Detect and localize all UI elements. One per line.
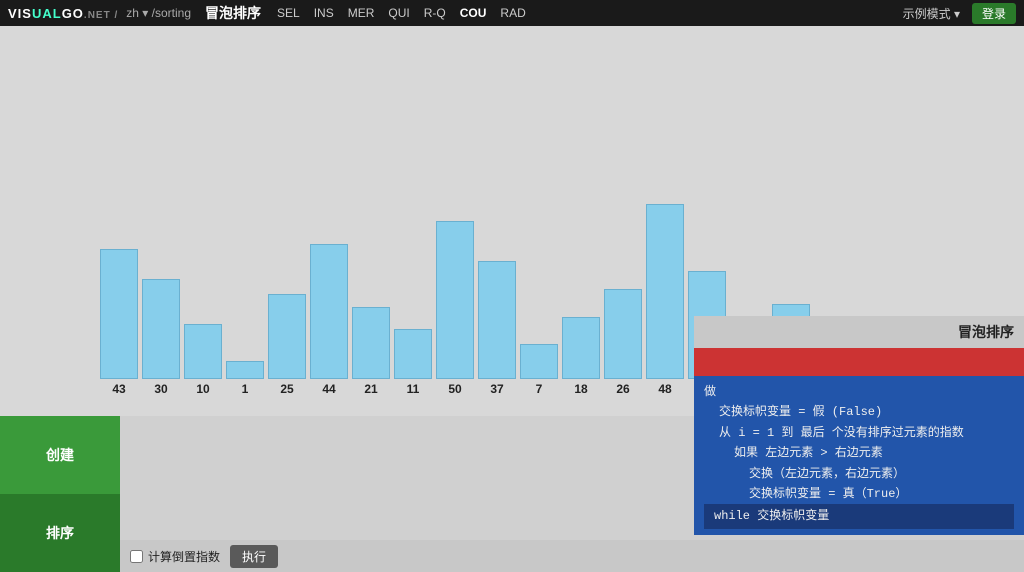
code-line-5: 交换标帜变量 = 真（True） <box>704 484 1014 504</box>
code-line-3: 如果 左边元素 > 右边元素 <box>704 443 1014 463</box>
bar-item: 48 <box>646 204 684 396</box>
bar <box>100 249 138 379</box>
bar-item: 11 <box>394 329 432 396</box>
nav-rad[interactable]: RAD <box>500 6 525 20</box>
page-title: 冒泡排序 <box>205 3 261 23</box>
bar-label: 50 <box>448 382 461 396</box>
bar-item: 1 <box>226 361 264 396</box>
inversion-label: 计算倒置指数 <box>148 548 220 565</box>
bar-item: 25 <box>268 294 306 396</box>
bar-label: 25 <box>280 382 293 396</box>
code-line-0: 做 <box>704 382 1014 402</box>
bar <box>142 279 180 379</box>
bar-label: 44 <box>322 382 335 396</box>
exec-button[interactable]: 执行 <box>230 545 278 568</box>
code-line-1: 交换标帜变量 = 假 (False) <box>704 402 1014 422</box>
bar-item: 44 <box>310 244 348 396</box>
code-highlight-bar <box>694 348 1024 376</box>
bar-item: 43 <box>100 249 138 396</box>
code-while-line: while 交换标帜变量 <box>704 504 1014 528</box>
bar-item: 50 <box>436 221 474 396</box>
navbar: VISUALGO.NET / zh ▾ /sorting 冒泡排序 SEL IN… <box>0 0 1024 26</box>
create-button[interactable]: 创建 <box>0 416 120 494</box>
bar <box>520 344 558 379</box>
bar <box>478 261 516 379</box>
breadcrumb: zh ▾ /sorting <box>126 6 191 20</box>
algo-title: 冒泡排序 <box>694 316 1024 348</box>
nav-menu: SEL INS MER QUI R-Q COU RAD <box>277 6 526 20</box>
nav-mer[interactable]: MER <box>348 6 375 20</box>
login-button[interactable]: 登录 <box>972 3 1016 24</box>
bar <box>646 204 684 379</box>
bar-item: 10 <box>184 324 222 396</box>
bar <box>310 244 348 379</box>
inversion-checkbox[interactable] <box>130 550 143 563</box>
right-panel: 冒泡排序 做 交换标帜变量 = 假 (False) 从 i = 1 到 最后 个… <box>694 316 1024 540</box>
bar-label: 48 <box>658 382 671 396</box>
bar <box>352 307 390 379</box>
nav-sel[interactable]: SEL <box>277 6 300 20</box>
bar-label: 1 <box>242 382 249 396</box>
nav-r-q[interactable]: R-Q <box>424 6 446 20</box>
bar-item: 26 <box>604 289 642 396</box>
code-line-2: 从 i = 1 到 最后 个没有排序过元素的指数 <box>704 423 1014 443</box>
bar-item: 30 <box>142 279 180 396</box>
bar-item: 18 <box>562 317 600 396</box>
bar-label: 18 <box>574 382 587 396</box>
bar <box>604 289 642 379</box>
code-block: 做 交换标帜变量 = 假 (False) 从 i = 1 到 最后 个没有排序过… <box>694 376 1024 535</box>
bar <box>226 361 264 379</box>
nav-qui[interactable]: QUI <box>388 6 409 20</box>
bar-item: 7 <box>520 344 558 396</box>
code-line-4: 交换（左边元素，右边元素） <box>704 464 1014 484</box>
example-mode-button[interactable]: 示例模式 ▾ <box>903 5 960 22</box>
bar-label: 11 <box>407 382 420 396</box>
bar <box>268 294 306 379</box>
bar-label: 10 <box>196 382 209 396</box>
logo: VISUALGO.NET / <box>8 6 118 21</box>
bar <box>394 329 432 379</box>
bar-label: 43 <box>112 382 125 396</box>
left-controls: 创建 排序 <box>0 416 120 572</box>
bar <box>562 317 600 379</box>
bar-item: 37 <box>478 261 516 396</box>
inversion-checkbox-label[interactable]: 计算倒置指数 <box>130 548 220 565</box>
bottom-toolbar: 计算倒置指数 执行 <box>120 540 1024 572</box>
bar-item: 21 <box>352 307 390 396</box>
sort-button[interactable]: 排序 <box>0 494 120 572</box>
bar <box>184 324 222 379</box>
nav-ins[interactable]: INS <box>314 6 334 20</box>
nav-cou[interactable]: COU <box>460 6 487 20</box>
bar-label: 37 <box>490 382 503 396</box>
bar <box>436 221 474 379</box>
bar-label: 7 <box>536 382 543 396</box>
bar-label: 26 <box>616 382 629 396</box>
bar-label: 30 <box>154 382 167 396</box>
bar-label: 21 <box>364 382 377 396</box>
right-controls: 示例模式 ▾ 登录 <box>903 3 1016 24</box>
